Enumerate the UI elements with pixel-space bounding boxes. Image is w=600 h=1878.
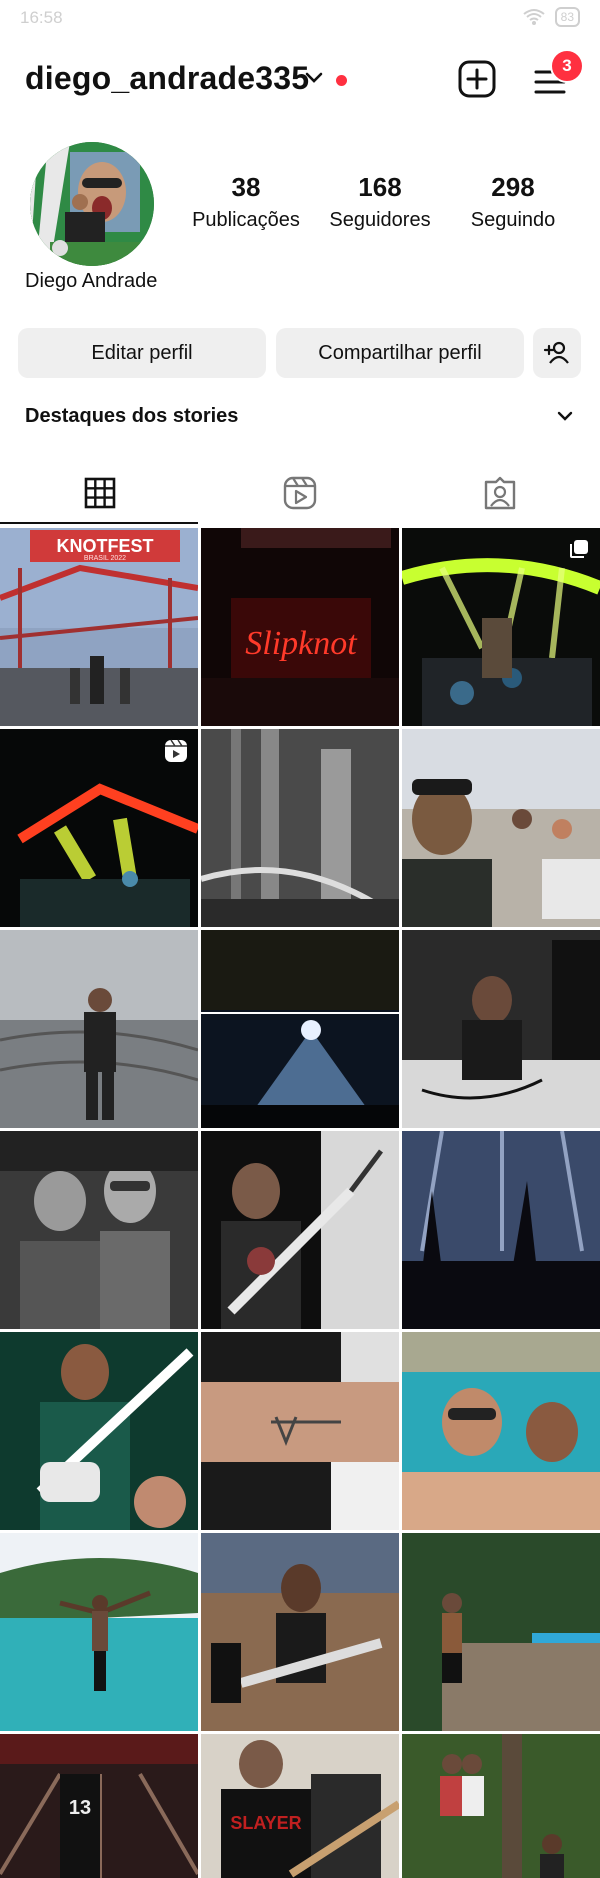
reels-icon	[283, 476, 317, 510]
post-thumbnail[interactable]	[402, 930, 600, 1128]
tagged-icon	[484, 476, 516, 510]
post-thumbnail[interactable]	[201, 1533, 399, 1731]
status-bar: 16:58 83	[0, 0, 600, 40]
status-icons: 83	[523, 7, 580, 27]
avatar-image	[30, 142, 154, 266]
knotfest-banner-text: KNOTFEST	[57, 536, 154, 556]
avatar[interactable]	[30, 142, 154, 266]
following-count: 298	[491, 172, 535, 202]
add-person-icon	[543, 341, 569, 364]
post-thumbnail[interactable]	[0, 1533, 198, 1731]
posts-count: 38	[231, 172, 261, 202]
tab-reels[interactable]	[200, 462, 400, 524]
chevron-down-icon[interactable]	[305, 72, 323, 84]
top-bar: diego_andrade335 3	[0, 49, 600, 110]
post-thumbnail[interactable]: 13	[0, 1734, 198, 1878]
tab-grid[interactable]	[0, 462, 200, 524]
battery-indicator: 83	[554, 7, 580, 27]
post-thumbnail[interactable]	[0, 1332, 198, 1530]
discover-people-button[interactable]	[533, 328, 581, 378]
notification-badge: 3	[550, 49, 584, 83]
full-name: Diego Andrade	[25, 270, 158, 292]
wifi-icon	[523, 9, 545, 25]
post-thumbnail[interactable]	[201, 1131, 399, 1329]
profile-tabs	[0, 462, 600, 524]
share-profile-button[interactable]: Compartilhar perfil	[276, 328, 524, 378]
create-post-icon[interactable]	[458, 60, 496, 98]
chevron-down-icon[interactable]	[556, 410, 574, 422]
jersey-number-text: 13	[69, 1797, 91, 1819]
following-label: Seguindo	[470, 209, 556, 231]
stat-followers[interactable]: 168 Seguidores	[310, 172, 450, 232]
post-thumbnail[interactable]	[402, 1332, 600, 1530]
post-thumbnail[interactable]	[201, 729, 399, 927]
post-thumbnail[interactable]	[402, 528, 600, 726]
tab-tagged[interactable]	[400, 462, 600, 524]
post-thumbnail[interactable]	[201, 1332, 399, 1530]
posts-label: Publicações	[192, 209, 300, 231]
status-time: 16:58	[20, 8, 63, 27]
post-thumbnail[interactable]: Slipknot	[201, 528, 399, 726]
post-thumbnail[interactable]	[402, 729, 600, 927]
post-thumbnail[interactable]	[402, 1131, 600, 1329]
post-thumbnail[interactable]: KNOTFEST BRASIL 2022	[0, 528, 198, 726]
post-thumbnail[interactable]	[0, 729, 198, 927]
reels-icon	[165, 739, 187, 762]
edit-profile-button[interactable]: Editar perfil	[18, 328, 266, 378]
active-tab-indicator	[0, 522, 198, 524]
slipknot-sign-text: Slipknot	[245, 625, 358, 662]
carousel-icon	[570, 540, 588, 558]
post-thumbnail[interactable]	[0, 930, 198, 1128]
notification-dot	[336, 75, 347, 86]
highlights-title[interactable]: Destaques dos stories	[25, 405, 238, 428]
followers-label: Seguidores	[329, 209, 431, 231]
followers-count: 168	[358, 172, 402, 202]
grid-icon	[84, 477, 116, 509]
stat-following[interactable]: 298 Seguindo	[443, 172, 583, 232]
post-thumbnail[interactable]: SLAYER	[201, 1734, 399, 1878]
post-thumbnail[interactable]	[402, 1533, 600, 1731]
post-thumbnail[interactable]	[201, 930, 399, 1128]
post-thumbnail[interactable]	[0, 1131, 198, 1329]
slayer-shirt-text: SLAYER	[230, 1813, 301, 1833]
stat-posts[interactable]: 38 Publicações	[176, 172, 316, 232]
username[interactable]: diego_andrade335	[25, 60, 309, 97]
post-thumbnail[interactable]	[402, 1734, 600, 1878]
knotfest-banner-subtitle: BRASIL 2022	[84, 555, 126, 562]
